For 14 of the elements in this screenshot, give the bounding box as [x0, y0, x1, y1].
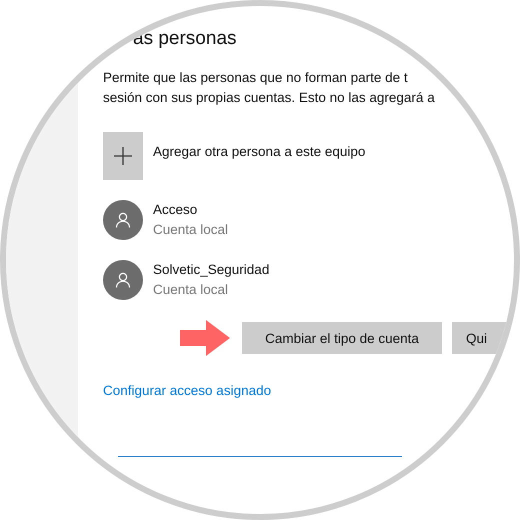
description-text: Permite que las personas que no forman parte de t [103, 69, 409, 87]
add-button[interactable] [103, 132, 143, 180]
account-button[interactable]: Cambiar el tipo de cuenta [242, 322, 442, 354]
avatar-icon [103, 200, 143, 240]
arrow-icon [180, 320, 230, 356]
add-person-link[interactable]: Agregar otra persona a este equipo [153, 142, 366, 162]
account-type: Cuenta local [153, 281, 230, 299]
account-type: Cuenta local [153, 221, 228, 239]
account-name: Acceso [153, 201, 198, 219]
avatar-icon [103, 260, 143, 300]
assigned-access-link[interactable]: Configurar acceso asignado [103, 383, 514, 398]
description-text: sesión con sus propias cuentas. Esto no las agregará a [103, 89, 436, 107]
account-name: Solvetic_Seguridad [153, 261, 270, 279]
plus-icon [114, 147, 132, 165]
